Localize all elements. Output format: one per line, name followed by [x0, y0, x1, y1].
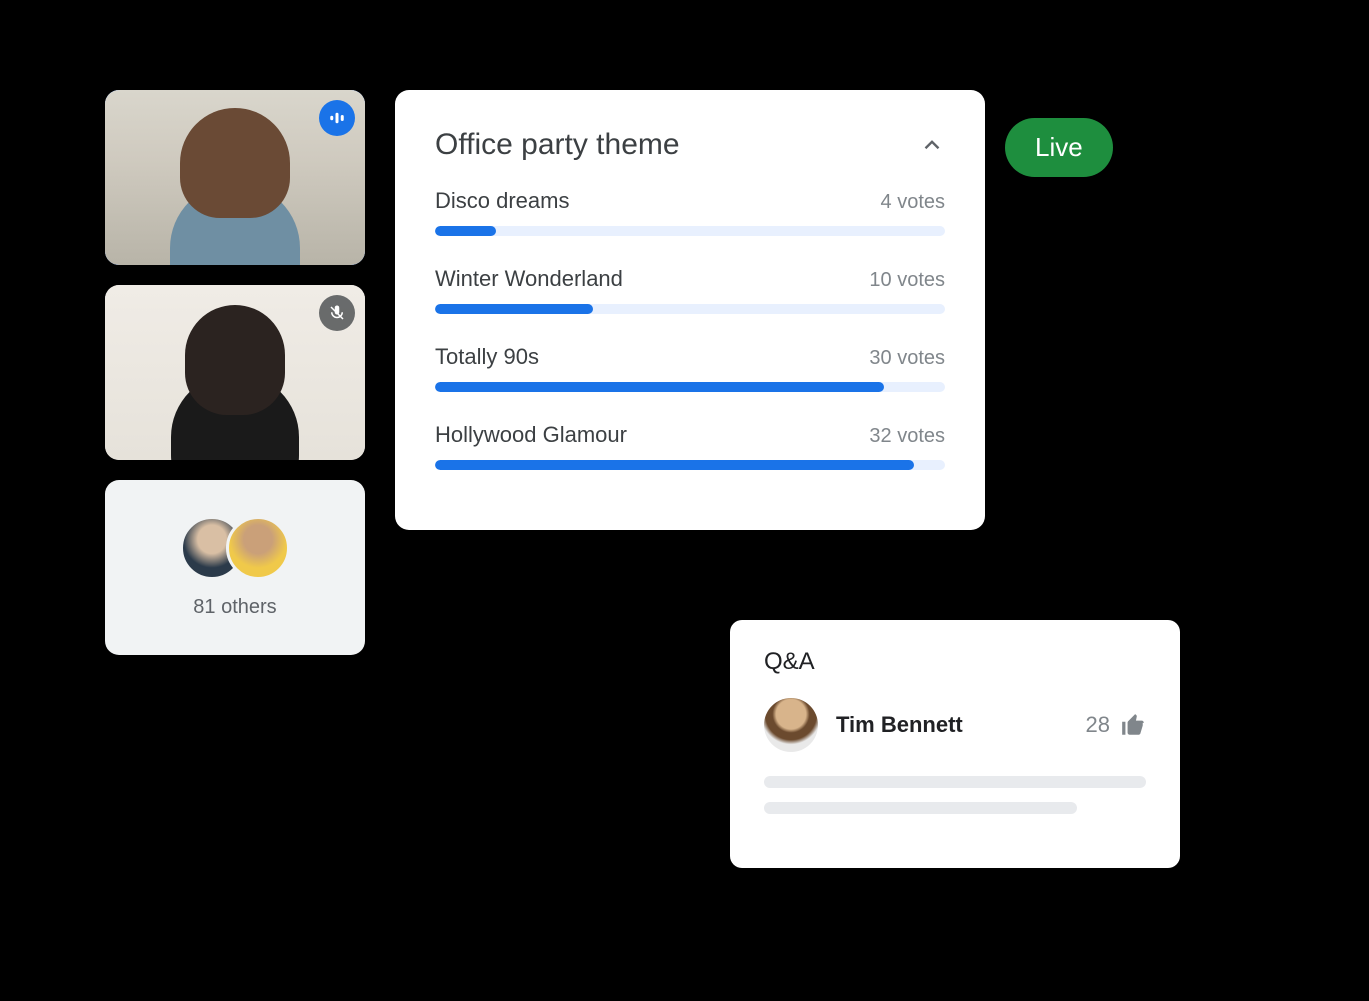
poll-option[interactable]: Totally 90s 30 votes	[435, 344, 945, 392]
qa-text-placeholder	[764, 776, 1146, 788]
poll-option-bar	[435, 304, 945, 314]
qa-text-placeholder	[764, 802, 1077, 814]
poll-option-bar	[435, 460, 945, 470]
poll-option-label: Disco dreams	[435, 188, 569, 214]
qa-entry[interactable]: Tim Bennett 28	[764, 698, 1146, 752]
poll-option-votes: 30 votes	[869, 347, 945, 370]
avatar	[764, 698, 818, 752]
speaking-indicator-icon	[319, 100, 355, 136]
participant-tile-speaking[interactable]	[105, 90, 365, 265]
avatar-stack	[180, 516, 290, 580]
poll-option-bar	[435, 382, 945, 392]
poll-option-votes: 10 votes	[869, 269, 945, 292]
poll-card: Office party theme Disco dreams 4 votes …	[395, 90, 985, 530]
poll-option[interactable]: Winter Wonderland 10 votes	[435, 266, 945, 314]
poll-option-label: Totally 90s	[435, 344, 539, 370]
qa-like-number: 28	[1086, 712, 1110, 738]
poll-title: Office party theme	[435, 128, 680, 162]
poll-option-label: Winter Wonderland	[435, 266, 623, 292]
poll-option-bar-fill	[435, 304, 593, 314]
qa-card: Q&A Tim Bennett 28	[730, 620, 1180, 868]
poll-option[interactable]: Hollywood Glamour 32 votes	[435, 422, 945, 470]
poll-option-bar-fill	[435, 382, 884, 392]
qa-like-count[interactable]: 28	[1086, 712, 1146, 738]
participant-tile-others[interactable]: 81 others	[105, 480, 365, 655]
poll-option-label: Hollywood Glamour	[435, 422, 627, 448]
mic-muted-icon	[319, 295, 355, 331]
poll-option[interactable]: Disco dreams 4 votes	[435, 188, 945, 236]
others-count-label: 81 others	[193, 596, 276, 619]
avatar	[226, 516, 290, 580]
qa-author-name: Tim Bennett	[836, 712, 1068, 738]
poll-option-votes: 32 votes	[869, 425, 945, 448]
participant-tiles: 81 others	[105, 90, 365, 655]
participant-tile-muted[interactable]	[105, 285, 365, 460]
poll-option-votes: 4 votes	[881, 191, 945, 214]
poll-option-bar	[435, 226, 945, 236]
qa-title: Q&A	[764, 648, 1146, 676]
live-badge: Live	[1005, 118, 1113, 177]
poll-option-bar-fill	[435, 460, 914, 470]
chevron-up-icon[interactable]	[919, 132, 945, 158]
poll-option-bar-fill	[435, 226, 496, 236]
thumbs-up-icon	[1120, 712, 1146, 738]
